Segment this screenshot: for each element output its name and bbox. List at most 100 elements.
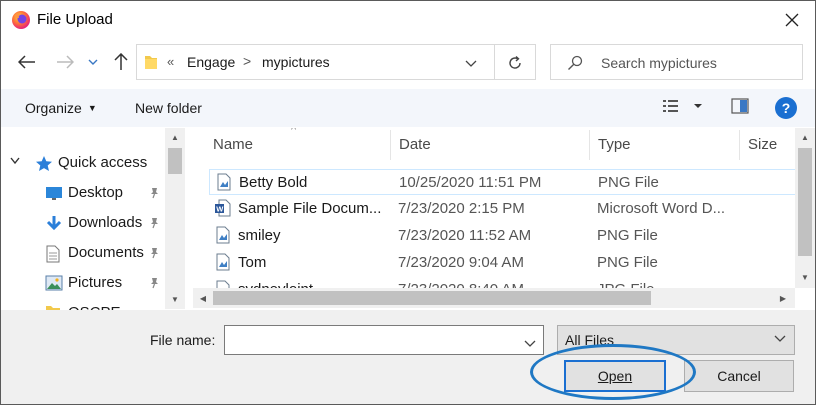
file-date: 7/23/2020 9:04 AM [398, 254, 524, 271]
pin-icon[interactable] [148, 276, 160, 293]
files-vertical-scrollbar[interactable]: ▲ ▼ [795, 128, 815, 288]
nav-item-desktop[interactable]: Desktop [1, 179, 163, 207]
arrow-right-icon [57, 55, 74, 69]
pin-icon[interactable] [148, 216, 160, 233]
files-horizontal-scrollbar[interactable]: ◀ ▶ [193, 288, 795, 308]
window-title: File Upload [37, 11, 113, 28]
scroll-right-arrow[interactable]: ▶ [773, 289, 793, 307]
file-type-filter[interactable]: All Files [557, 325, 795, 355]
help-icon: ? [781, 100, 791, 116]
pin-icon[interactable] [148, 246, 160, 263]
scroll-up-arrow[interactable]: ▲ [795, 128, 815, 146]
sort-ascending-icon: ^ [291, 128, 297, 136]
file-name: Betty Bold [239, 174, 308, 191]
new-folder-button[interactable]: New folder [135, 100, 202, 116]
expander-icon [10, 157, 20, 165]
open-button[interactable]: Open [564, 360, 666, 392]
file-name: smiley [238, 227, 281, 244]
breadcrumb-mypictures[interactable]: mypictures [262, 54, 330, 70]
address-dropdown-button[interactable] [465, 55, 477, 71]
file-date: 7/23/2020 11:52 AM [398, 227, 532, 244]
file-type: Microsoft Word D... [597, 200, 726, 217]
cancel-button-label: Cancel [717, 368, 761, 384]
column-separator [390, 130, 391, 160]
nav-label: Desktop [68, 184, 124, 201]
open-button-label: Open [597, 368, 633, 384]
file-type: PNG File [597, 254, 658, 271]
word-file-icon: W [215, 199, 231, 220]
file-row-betty-bold[interactable]: Betty Bold 10/25/2020 11:51 PM PNG File [209, 169, 799, 195]
file-row-sample-file[interactable]: W Sample File Docum... 7/23/2020 2:15 PM… [209, 196, 799, 222]
nav-label: Quick access [58, 154, 148, 171]
navigation-bar: « Engage > mypictures [1, 41, 815, 83]
caret-down-icon: ▼ [87, 103, 97, 113]
scroll-thumb[interactable] [213, 291, 651, 305]
recent-locations-button[interactable] [84, 49, 102, 75]
chevron-down-icon [465, 60, 477, 67]
scroll-up-arrow[interactable]: ▲ [165, 128, 185, 146]
help-button[interactable]: ? [775, 97, 797, 119]
column-separator [589, 130, 590, 160]
document-icon [45, 245, 61, 267]
file-row-smiley[interactable]: smiley 7/23/2020 11:52 AM PNG File [209, 223, 799, 249]
image-file-icon [215, 226, 231, 247]
nav-item-quick-access[interactable]: Quick access [1, 149, 163, 177]
scroll-down-arrow[interactable]: ▼ [795, 268, 815, 286]
overflow-chevron[interactable]: « [167, 54, 174, 69]
column-header-name[interactable]: Name [213, 136, 253, 153]
breadcrumb-separator: > [243, 53, 252, 69]
breadcrumb-engage[interactable]: Engage [187, 54, 235, 70]
preview-pane-icon [731, 98, 749, 114]
file-name-label: File name: [150, 332, 216, 348]
scroll-down-arrow[interactable]: ▼ [165, 290, 185, 308]
nav-item-pictures[interactable]: Pictures [1, 269, 163, 297]
pin-icon[interactable] [148, 186, 160, 203]
close-button[interactable] [779, 7, 805, 33]
address-bar[interactable]: « Engage > mypictures [136, 44, 536, 80]
navigation-pane: Quick access Desktop Downloads Documents [1, 128, 185, 321]
chevron-down-icon [88, 59, 98, 65]
address-divider [494, 45, 495, 79]
change-view-button[interactable] [662, 98, 704, 117]
file-type: PNG File [597, 227, 658, 244]
up-button[interactable] [109, 49, 133, 75]
nav-vertical-scrollbar[interactable]: ▲ ▼ [165, 128, 185, 309]
nav-item-documents[interactable]: Documents [1, 239, 163, 267]
title-bar: File Upload [1, 1, 815, 39]
column-header-size[interactable]: Size [748, 136, 777, 153]
star-icon [35, 155, 53, 176]
svg-text:W: W [216, 205, 224, 214]
forward-button[interactable] [53, 49, 77, 75]
search-icon [567, 55, 583, 74]
file-type-filter-value: All Files [565, 332, 615, 348]
search-input[interactable] [601, 53, 796, 73]
scroll-left-arrow[interactable]: ◀ [193, 289, 213, 307]
dialog-footer: File name: All Files Open Cancel [1, 310, 815, 404]
back-button[interactable] [15, 49, 39, 75]
refresh-icon [509, 55, 521, 69]
cancel-button[interactable]: Cancel [684, 360, 794, 392]
preview-pane-button[interactable] [731, 98, 749, 117]
nav-label: Documents [68, 244, 144, 261]
file-date: 10/25/2020 11:51 PM [399, 174, 542, 191]
refresh-button[interactable] [503, 52, 527, 74]
organize-label: Organize [25, 100, 82, 116]
file-name-input[interactable] [229, 331, 519, 349]
organize-button[interactable]: Organize ▼ [25, 100, 97, 116]
column-header-type[interactable]: Type [598, 136, 631, 153]
file-name: Sample File Docum... [238, 200, 382, 217]
file-row-tom[interactable]: Tom 7/23/2020 9:04 AM PNG File [209, 250, 799, 276]
scroll-thumb[interactable] [168, 148, 182, 174]
image-file-icon [215, 253, 231, 274]
scroll-thumb[interactable] [798, 148, 812, 256]
file-name-field[interactable] [224, 325, 544, 355]
nav-item-downloads[interactable]: Downloads [1, 209, 163, 237]
search-box [550, 44, 803, 80]
arrow-up-icon [114, 53, 128, 70]
image-file-icon [216, 173, 232, 194]
nav-label: Downloads [68, 214, 143, 231]
pictures-icon [45, 275, 63, 295]
file-name-dropdown-button[interactable] [524, 335, 536, 351]
folder-icon [144, 54, 158, 73]
column-header-date[interactable]: Date [399, 136, 431, 153]
